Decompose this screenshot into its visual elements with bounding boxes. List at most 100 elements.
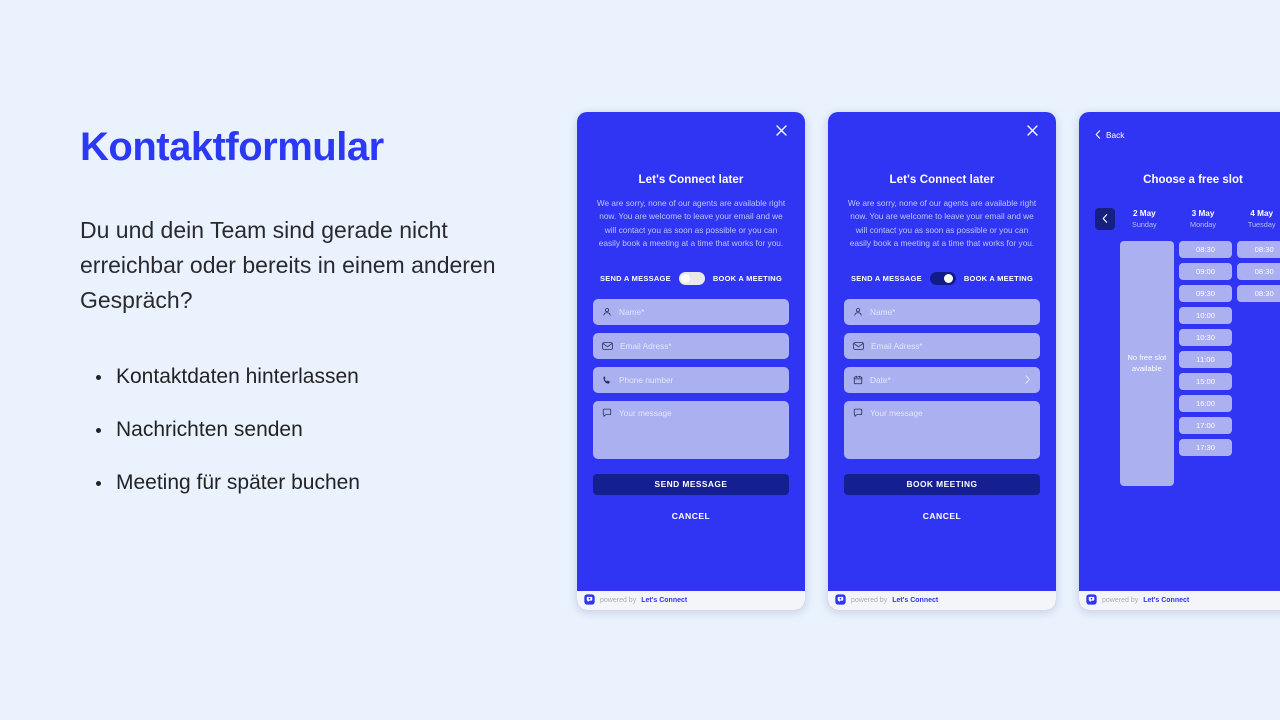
meeting-card-body: Let's Connect later We are sorry, none o… (828, 112, 1056, 591)
slot-column-day-3: 08:30 08:30 08:30 (1237, 241, 1280, 486)
day-weekday: Sunday (1131, 220, 1157, 229)
chat-icon (602, 408, 612, 418)
card-footer: powered by Let's Connect (828, 591, 1056, 610)
feature-list: Kontaktdaten hinterlassen Nachrichten se… (80, 366, 550, 493)
letsconnect-logo-icon (835, 592, 846, 610)
slots-grid: No free slot available 08:30 09:00 09:30… (1095, 241, 1280, 486)
calendar-icon (853, 375, 863, 385)
time-slot[interactable]: 08:30 (1237, 241, 1280, 258)
close-icon[interactable] (1026, 124, 1042, 140)
card-footer: powered by Let's Connect (577, 591, 805, 610)
envelope-icon (853, 341, 864, 351)
name-field[interactable]: Name* (593, 298, 789, 325)
phone-field[interactable]: Phone number (593, 366, 789, 393)
card-footer: powered by Let's Connect (1079, 591, 1280, 610)
list-item: Meeting für später buchen (80, 472, 550, 493)
phone-icon (602, 375, 612, 385)
send-message-button[interactable]: SEND MESSAGE (593, 473, 789, 495)
toggle-knob (681, 273, 691, 283)
time-slot[interactable]: 08:30 (1178, 241, 1233, 258)
slot-picker-title: Choose a free slot (1143, 174, 1243, 186)
cancel-button[interactable]: CANCEL (844, 511, 1040, 521)
page-title: Kontaktformular (80, 125, 384, 169)
person-icon (853, 307, 863, 317)
time-slot[interactable]: 16:00 (1178, 395, 1233, 412)
mode-toggle-switch[interactable] (929, 271, 956, 285)
date-field-placeholder: Date* (870, 374, 891, 385)
previous-days-button[interactable] (1095, 208, 1115, 230)
card-title: Let's Connect later (889, 174, 995, 186)
footer-brand: Let's Connect (641, 597, 688, 604)
footer-powered-by: powered by (600, 597, 637, 604)
slot-column-day-1: No free slot available (1120, 241, 1174, 486)
intro-column: Kontaktformular Du und dein Team sind ge… (80, 125, 550, 493)
time-slot[interactable]: 09:00 (1178, 263, 1233, 280)
card-description: We are sorry, none of our agents are ava… (596, 198, 786, 249)
time-slot[interactable]: 15:00 (1178, 373, 1233, 390)
person-icon (602, 307, 612, 317)
time-slot[interactable]: 08:30 (1237, 263, 1280, 280)
message-field[interactable]: Your message (593, 400, 789, 459)
date-field[interactable]: Date* (844, 366, 1040, 393)
card-description: We are sorry, none of our agents are ava… (847, 198, 1037, 249)
time-slot[interactable]: 10:00 (1178, 307, 1233, 324)
email-field-placeholder: Email Adress* (871, 340, 923, 351)
book-meeting-button[interactable]: BOOK MEETING (844, 473, 1040, 495)
intro-paragraph: Du und dein Team sind gerade nicht errei… (80, 217, 496, 313)
time-slot[interactable]: 08:30 (1237, 285, 1280, 302)
choose-free-slot-card: Back Choose a free slot 2 May Sunday 3 M… (1079, 112, 1280, 610)
list-item: Nachrichten senden (80, 419, 550, 440)
time-slot[interactable]: 09:30 (1178, 285, 1233, 302)
chevron-left-icon (1095, 126, 1101, 144)
day-date: 3 May (1191, 209, 1215, 218)
contact-form-meeting-card: Let's Connect later We are sorry, none o… (828, 112, 1056, 610)
day-column[interactable]: 2 May Sunday (1115, 209, 1174, 229)
close-icon[interactable] (775, 124, 791, 140)
message-form-fields: Name* Email Adress* Phone number Your me… (593, 298, 789, 459)
toggle-label-send-message: SEND A MESSAGE (850, 273, 922, 283)
chat-icon (853, 408, 863, 418)
email-field[interactable]: Email Adress* (593, 332, 789, 359)
meeting-form-fields: Name* Email Adress* Date* Your message (844, 298, 1040, 459)
list-item: Kontaktdaten hinterlassen (80, 366, 550, 387)
time-slot[interactable]: 17:00 (1178, 417, 1233, 434)
letsconnect-logo-icon (1086, 592, 1097, 610)
slot-card-body: Back Choose a free slot 2 May Sunday 3 M… (1079, 112, 1280, 591)
days-header-row: 2 May Sunday 3 May Monday 4 May Tuesday (1095, 208, 1280, 230)
footer-powered-by: powered by (851, 597, 888, 604)
message-card-body: Let's Connect later We are sorry, none o… (577, 112, 805, 591)
chevron-right-icon (1024, 371, 1031, 389)
day-column[interactable]: 3 May Monday (1174, 209, 1233, 229)
footer-powered-by: powered by (1102, 597, 1139, 604)
time-slot[interactable]: 10:30 (1178, 329, 1233, 346)
back-button[interactable]: Back (1095, 126, 1124, 144)
name-field[interactable]: Name* (844, 298, 1040, 325)
envelope-icon (602, 341, 613, 351)
day-date: 2 May (1132, 209, 1156, 218)
cancel-button[interactable]: CANCEL (593, 511, 789, 521)
email-field[interactable]: Email Adress* (844, 332, 1040, 359)
message-field[interactable]: Your message (844, 400, 1040, 459)
day-column[interactable]: 4 May Tuesday (1232, 209, 1280, 229)
letsconnect-logo-icon (584, 592, 595, 610)
card-title: Let's Connect later (638, 174, 744, 186)
time-slot[interactable]: 11:00 (1178, 351, 1233, 368)
mode-toggle-row: SEND A MESSAGE BOOK A MEETING (593, 271, 789, 285)
no-free-slot-notice: No free slot available (1120, 241, 1174, 486)
mode-toggle-switch[interactable] (678, 271, 705, 285)
phone-field-placeholder: Phone number (619, 374, 674, 385)
message-field-placeholder: Your message (619, 407, 672, 418)
message-field-placeholder: Your message (870, 407, 923, 418)
slot-column-day-2: 08:30 09:00 09:30 10:00 10:30 11:00 15:0… (1178, 241, 1233, 486)
email-field-placeholder: Email Adress* (620, 340, 672, 351)
slide-canvas: Kontaktformular Du und dein Team sind ge… (0, 0, 1280, 720)
toggle-label-book-meeting: BOOK A MEETING (712, 273, 783, 283)
footer-brand: Let's Connect (892, 597, 939, 604)
toggle-label-book-meeting: BOOK A MEETING (963, 273, 1034, 283)
name-field-placeholder: Name* (870, 306, 896, 317)
day-columns: 2 May Sunday 3 May Monday 4 May Tuesday (1115, 209, 1280, 229)
chevron-left-icon (1102, 210, 1108, 228)
mode-toggle-row: SEND A MESSAGE BOOK A MEETING (844, 271, 1040, 285)
time-slot[interactable]: 17:30 (1178, 439, 1233, 456)
day-weekday: Monday (1190, 220, 1216, 229)
